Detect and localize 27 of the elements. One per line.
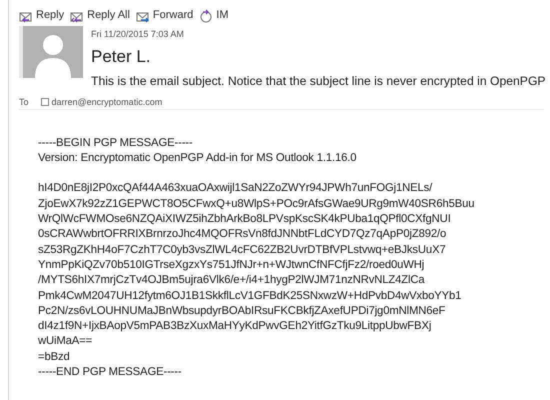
sender-name: Peter L. <box>91 46 152 68</box>
recipient-address[interactable]: darren@encryptomatic.com <box>52 96 162 107</box>
message-line: YnmPpKiQZv70b510IGTrseXgzxYs751JfNJr+n+WJtwnCfNFCfjFz2/roed0uWHj <box>38 258 426 273</box>
message-line: wUiMaA== <box>38 334 94 350</box>
message-line: ZjoEwX7k92zZ1GEPWCT8O5CFwxQ+u8WlpS+POc9rAfsGWae9URg9mW40SR6h5Buu <box>38 196 476 212</box>
forward-button[interactable]: Forward <box>136 5 200 26</box>
presence-icon <box>40 98 49 106</box>
subject-line: This is the email subject. Notice that the subject line is never encrypted in OpenPGP <box>91 72 546 90</box>
message-line: dI4z1f9N+IjxBAopV5mPAB3BzXuxMaHYyKdPwvGEh2YitfGzTku9LitppUbwFBXj <box>38 319 432 334</box>
sent-date: Fri 11/20/2015 7:03 AM <box>91 28 185 41</box>
avatar <box>19 26 83 78</box>
reply-all-button[interactable]: Reply All <box>70 5 136 26</box>
message-line: =bBzd <box>38 350 71 365</box>
message-line: -----END PGP MESSAGE----- <box>38 365 183 380</box>
message-line: Pc2N/zs6vLOUHNUMaJBnWbsupdyrBOAbIRsuFKCBkfjZAxefUPDi7jg0mNlMN6eF <box>38 304 446 319</box>
message-line: -----BEGIN PGP MESSAGE----- <box>38 136 194 151</box>
message-line: WrQlWcFWMOse6NZQAiXIWZ5ihZbhArkBo8LPVspKscSK4kPUba1qQPfl0CXfgNUI <box>38 212 452 228</box>
reply-button[interactable]: Reply <box>19 5 70 26</box>
to-label: To <box>19 96 29 107</box>
message-line: sZ53RgZKhH4oF7CzhT7C0yb3vsZlWL4cFC62ZB2UvrDTBfVPLstvwq+eBJksUuX7 <box>38 242 447 258</box>
message-line: Version: Encryptomatic OpenPGP Add-in for MS Outlook 1.1.16.0 <box>38 151 358 166</box>
chat-icon <box>199 8 214 23</box>
message-line: hI4D0nE8jI2P0xcQAf44A463xuaOAxwijl1SaN2ZoZWYr94JPWh7unFOGj1NELs/ <box>38 181 434 196</box>
im-button[interactable]: IM <box>199 5 234 26</box>
message-line: Pmk4CwM2047UH12fytm6OJ1B1SkkflLcV1GFBdK25SNxwzW+HdPvbD4wVxboYYb1 <box>38 288 462 304</box>
message-line: /MYTS6hIX7mrjCzTv4OJBm5ujra6Vlk6/e+/i4+1hygP2lWJM71nzNRvNLZ4ZlCa <box>38 273 426 288</box>
message-line: 0sCRAWwbrtOFRRIXBrnrzoJhc4MQOFRsVn8fdJNNbtFLdCYD7Qz7qApP0jZ892/o <box>38 227 448 242</box>
